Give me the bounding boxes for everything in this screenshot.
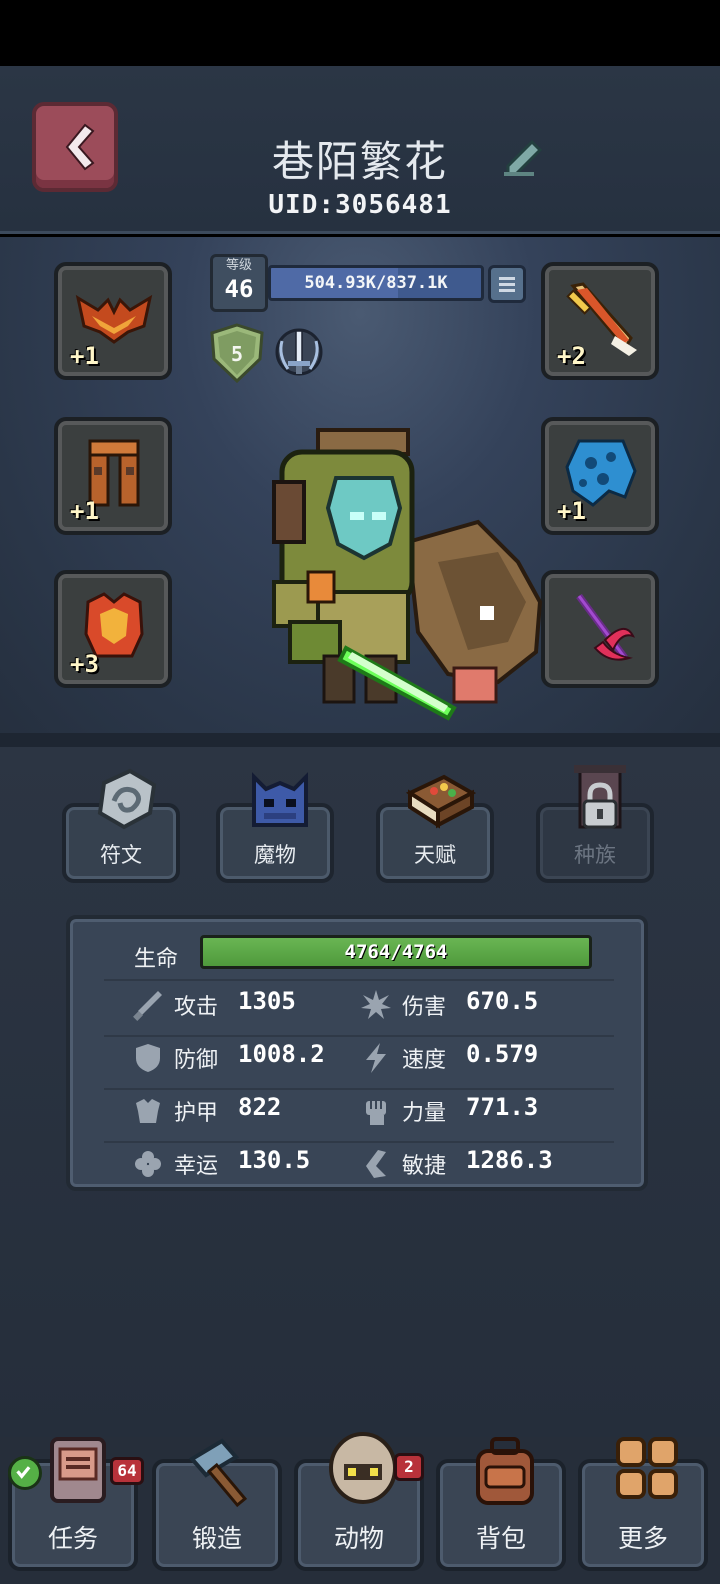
stage-floor <box>0 733 720 747</box>
task-complete-check-icon <box>8 1456 42 1490</box>
tab-label: 符文 <box>100 843 142 867</box>
exp-text: 504.93K/837.1K <box>304 273 448 293</box>
stat-value: 1305 <box>238 987 296 1015</box>
stat-value: 1008.2 <box>238 1040 325 1068</box>
level-label: 等级 <box>225 258 252 273</box>
hp-label: 生命 <box>134 947 179 972</box>
burst-icon <box>361 990 391 1019</box>
player-name: 巷陌繁花 <box>271 137 448 186</box>
tab-talents[interactable]: 天赋 <box>376 774 494 883</box>
stat-attack: 攻击 1305 <box>132 985 372 1025</box>
slot-plus: +1 <box>557 497 586 525</box>
tab-label: 魔物 <box>254 843 296 867</box>
tab-race[interactable]: 种族 <box>536 765 654 883</box>
tasks-count-badge: 64 <box>110 1457 144 1485</box>
stat-armor: 护甲 822 <box>132 1091 372 1131</box>
slot-plus: +1 <box>70 342 99 370</box>
weapon-mastery-icon[interactable] <box>272 325 326 379</box>
animals-count-badge: 2 <box>394 1453 424 1481</box>
details-list-button[interactable] <box>488 265 526 303</box>
edit-icon[interactable] <box>500 132 546 178</box>
stat-luck: 幸运 130.5 <box>132 1144 372 1184</box>
stat-label: 护甲 <box>174 1101 219 1126</box>
level-value: 46 <box>224 275 254 303</box>
nav-label: 锻造 <box>191 1524 242 1553</box>
monster-icon <box>252 772 308 827</box>
stat-value: 670.5 <box>466 987 539 1015</box>
player-uid: UID:3056481 <box>268 190 452 220</box>
stat-agility: 敏捷 1286.3 <box>360 1144 600 1184</box>
stat-value: 822 <box>238 1093 282 1121</box>
rune-stone-icon <box>97 768 157 830</box>
equip-slot-staff[interactable] <box>541 570 659 688</box>
hp-bar: 4764/4764 <box>200 935 592 969</box>
shield-icon <box>136 1044 160 1072</box>
status-bar <box>0 0 720 66</box>
stat-value: 130.5 <box>238 1146 311 1174</box>
bottom-nav: 任务 64 锻造 动物 2 背包 更多 <box>0 1432 720 1584</box>
nav-label: 动物 <box>333 1524 384 1553</box>
tab-label: 种族 <box>574 843 616 867</box>
tab-label: 天赋 <box>414 843 456 867</box>
armor-icon <box>136 1099 160 1123</box>
divider <box>104 1035 614 1037</box>
talent-book-icon <box>405 774 476 829</box>
hammer-icon <box>188 1438 248 1508</box>
stat-label: 防御 <box>174 1048 219 1073</box>
level-box: 等级 46 <box>210 254 268 312</box>
slot-plus: +3 <box>70 650 99 678</box>
nav-label: 任务 <box>47 1524 98 1553</box>
backpack-icon <box>476 1437 534 1505</box>
stats-panel: 生命 4764/4764 攻击 1305 伤害 670.5 防御 1008.2 … <box>66 915 648 1191</box>
rank-shield-icon[interactable]: 5 <box>208 323 266 383</box>
nav-label: 背包 <box>475 1524 526 1553</box>
slot-plus: +1 <box>70 497 99 525</box>
stat-value: 771.3 <box>466 1093 539 1121</box>
stat-label: 幸运 <box>174 1154 219 1179</box>
animal-egg-icon <box>329 1432 397 1504</box>
rank-shield-value: 5 <box>231 342 243 366</box>
slot-plus: +2 <box>557 342 586 370</box>
boot-icon <box>366 1150 386 1178</box>
tab-runes[interactable]: 符文 <box>62 768 180 883</box>
stat-defense: 防御 1008.2 <box>132 1038 372 1078</box>
nav-backpack[interactable]: 背包 <box>436 1437 566 1571</box>
hp-text: 4764/4764 <box>344 941 448 963</box>
equip-slot-pants[interactable]: +1 <box>54 417 172 535</box>
nav-forge[interactable]: 锻造 <box>152 1438 282 1571</box>
stat-damage: 伤害 670.5 <box>360 985 600 1025</box>
character-stage: +1 +1 +3 +2 +1 等级 46 504.93K/837.1K 5 <box>0 237 720 747</box>
stat-label: 攻击 <box>174 995 219 1020</box>
staff-icon <box>576 593 635 661</box>
nav-more[interactable]: 更多 <box>578 1437 708 1571</box>
equip-slot-sword[interactable]: +2 <box>541 262 659 380</box>
divider <box>104 1088 614 1090</box>
divider <box>104 979 614 981</box>
grid-menu-icon <box>616 1437 678 1499</box>
sword-icon <box>133 991 162 1021</box>
lock-icon <box>574 765 626 829</box>
task-board-icon <box>50 1437 106 1503</box>
lightning-icon <box>366 1043 386 1073</box>
stat-label: 力量 <box>402 1101 447 1126</box>
stat-label: 敏捷 <box>402 1154 447 1179</box>
stat-value: 1286.3 <box>466 1146 553 1174</box>
stat-label: 速度 <box>402 1048 447 1073</box>
stat-speed: 速度 0.579 <box>360 1038 600 1078</box>
tab-monsters[interactable]: 魔物 <box>216 772 334 883</box>
stat-strength: 力量 771.3 <box>360 1091 600 1131</box>
clover-icon <box>135 1151 161 1177</box>
fist-icon <box>366 1101 386 1125</box>
stat-value: 0.579 <box>466 1040 539 1068</box>
equip-slot-wings[interactable]: +1 <box>54 262 172 380</box>
hero-character-sprite <box>272 428 543 721</box>
divider <box>104 1141 614 1143</box>
equip-slot-armor[interactable]: +3 <box>54 570 172 688</box>
exp-bar: 504.93K/837.1K <box>268 265 484 301</box>
equip-slot-cape[interactable]: +1 <box>541 417 659 535</box>
nav-label: 更多 <box>617 1524 668 1553</box>
hero-info-panel: 符文 魔物 天赋 种族 生命 4764/4764 攻击 1305 伤害 670.… <box>0 747 720 1437</box>
header: 巷陌繁花 UID:3056481 <box>0 66 720 234</box>
stat-label: 伤害 <box>402 995 447 1020</box>
